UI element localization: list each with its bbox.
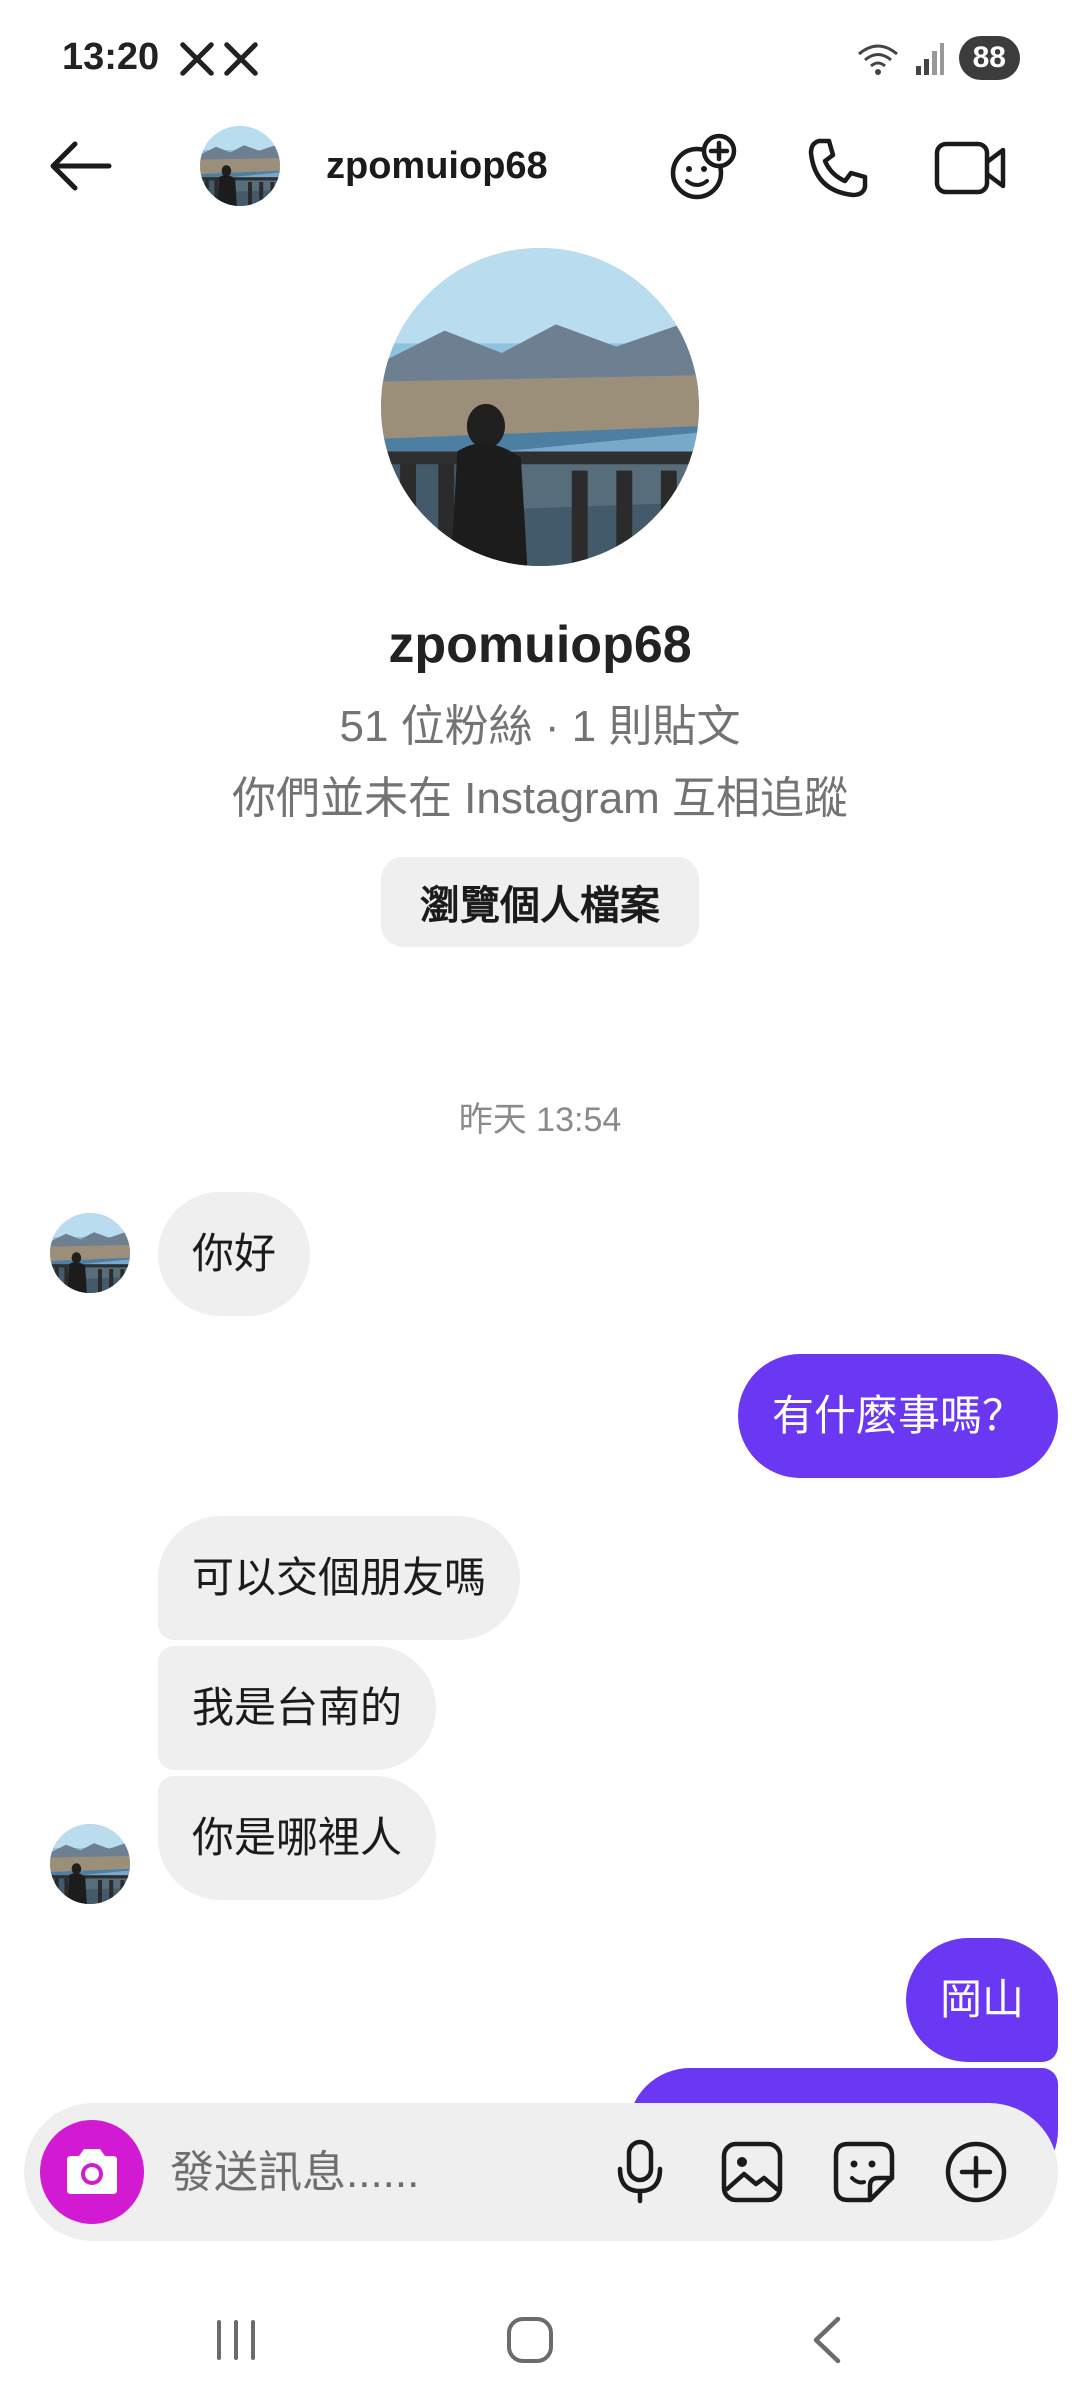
camera-button[interactable] [40,2120,144,2224]
x-icon [224,42,258,76]
recent-apps-icon [217,2320,255,2360]
home-icon [507,2317,553,2363]
voice-call-button[interactable] [796,126,880,210]
video-camera-icon [934,141,1006,195]
profile-avatar[interactable] [381,248,699,566]
phone-icon [808,138,868,198]
home-button[interactable] [480,2300,580,2380]
outgoing-message[interactable]: 岡山 [905,1938,1058,2062]
back-button[interactable] [40,126,120,206]
x-icon [180,42,214,76]
incoming-message[interactable]: 我是台南的 [158,1646,437,1770]
back-arrow-icon [50,141,112,191]
status-bar: 13:20 88 [0,0,1080,120]
view-profile-button[interactable]: 瀏覽個人檔案 [381,857,699,947]
sticker-icon [833,2141,895,2203]
message-input[interactable] [170,2145,590,2201]
message-timestamp: 昨天 13:54 [458,1101,622,1139]
sender-avatar[interactable] [50,1824,130,1904]
profile-stats: 51 位粉絲 · 1 則貼文 [339,702,741,751]
message-composer [24,2103,1058,2241]
more-options-button[interactable] [934,2130,1018,2214]
gallery-icon [721,2141,783,2203]
header-username[interactable]: zpomuiop68 [326,145,548,188]
incoming-message[interactable]: 可以交個朋友嗎 [158,1516,521,1640]
add-effect-icon [670,133,737,200]
chevron-left-icon [813,2316,841,2364]
recent-apps-button[interactable] [186,2300,286,2380]
system-back-button[interactable] [776,2300,876,2380]
status-indicators: 88 [855,36,1020,80]
status-time: 13:20 [62,36,160,78]
gallery-button[interactable] [710,2130,794,2214]
video-call-button[interactable] [928,126,1012,210]
sender-avatar[interactable] [50,1213,130,1293]
incoming-message[interactable]: 你是哪裡人 [158,1776,437,1900]
signal-icon [915,43,944,75]
battery-indicator: 88 [958,36,1020,80]
header-avatar[interactable] [200,126,280,206]
add-effect-button[interactable] [662,126,746,210]
mutual-follow-note: 你們並未在 Instagram 互相追蹤 [231,774,849,823]
plus-icon [945,2141,1007,2203]
wifi-icon [857,44,898,75]
incoming-message[interactable]: 你好 [158,1192,311,1316]
microphone-icon [617,2139,663,2204]
sticker-button[interactable] [822,2130,906,2214]
profile-name: zpomuiop68 [388,616,692,674]
voice-message-button[interactable] [598,2130,682,2214]
camera-icon [67,2149,117,2194]
outgoing-message[interactable]: 有什麼事嗎？ [737,1354,1058,1478]
system-nav-bar [0,2270,1080,2400]
